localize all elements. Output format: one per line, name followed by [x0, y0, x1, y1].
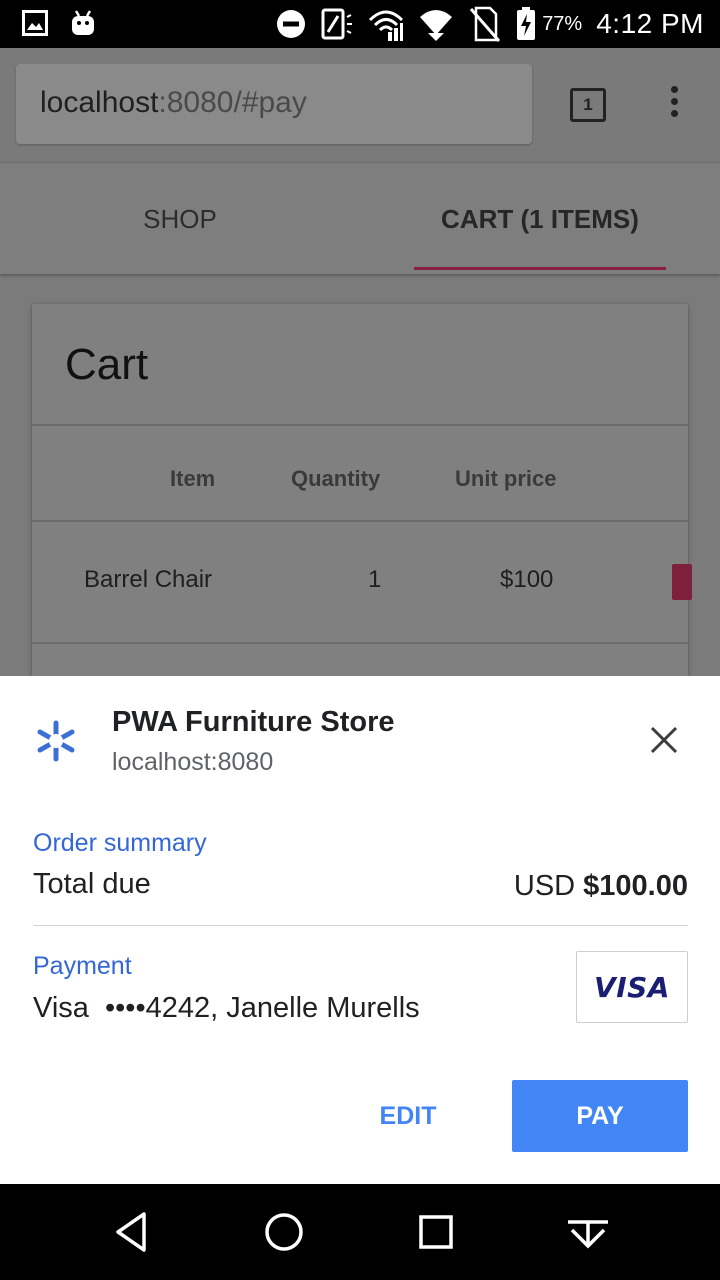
divider	[32, 642, 688, 644]
close-icon[interactable]	[644, 720, 684, 760]
total-currency: USD	[513, 870, 576, 902]
overflow-menu-icon[interactable]	[668, 86, 680, 122]
divider	[32, 424, 688, 426]
merchant-logo-icon	[37, 720, 75, 762]
merchant-origin: localhost:8080	[112, 748, 274, 776]
visa-card-icon: VISA	[576, 951, 688, 1023]
url-bar[interactable]: localhost:8080/#pay	[16, 64, 532, 144]
tab-cart[interactable]: CART (1 ITEMS)	[360, 163, 720, 275]
navigation-bar	[0, 1184, 720, 1280]
app-tab-bar: SHOP CART (1 ITEMS)	[0, 162, 720, 274]
payment-label[interactable]: Payment	[33, 952, 132, 981]
recents-icon[interactable]	[412, 1208, 460, 1256]
do-not-disturb-icon	[277, 10, 306, 38]
pay-button[interactable]: PAY	[512, 1080, 688, 1152]
merchant-name: PWA Furniture Store	[112, 706, 395, 738]
battery-charging-icon	[517, 7, 536, 40]
cart-title: Cart	[65, 340, 149, 389]
nfc-icon	[321, 8, 353, 40]
url-host: localhost	[40, 86, 159, 119]
divider	[33, 925, 688, 926]
divider	[32, 520, 688, 522]
tab-shop[interactable]: SHOP	[0, 163, 360, 275]
payment-request-sheet: PWA Furniture Store localhost:8080 Order…	[0, 676, 720, 1184]
tab-active-indicator	[414, 267, 666, 270]
url-path: :8080/#pay	[158, 86, 307, 119]
back-icon[interactable]	[108, 1208, 156, 1256]
home-icon[interactable]	[260, 1208, 308, 1256]
image-icon	[22, 10, 48, 36]
battery-percent: 77%	[542, 12, 583, 35]
total-value: $100.00	[583, 870, 688, 902]
column-header-quantity: Quantity	[291, 466, 381, 491]
url-text: localhost:8080/#pay	[40, 86, 307, 120]
order-summary-label[interactable]: Order summary	[33, 829, 207, 858]
total-amount: USD $100.00	[514, 870, 688, 903]
payment-method[interactable]: Visa ••••4242, Janelle Murells	[33, 992, 420, 1025]
clock: 4:12 PM	[596, 8, 704, 39]
delete-icon[interactable]	[672, 564, 692, 600]
column-header-item: Item	[170, 466, 216, 491]
cart-card: Cart Item Quantity Unit price Barrel Cha…	[32, 304, 692, 724]
no-sim-icon	[470, 6, 501, 42]
edit-button[interactable]: EDIT	[360, 1080, 456, 1152]
cart-item-name: Barrel Chair	[84, 566, 213, 593]
column-header-unit-price: Unit price	[455, 466, 557, 491]
cart-item-quantity: 1	[368, 566, 382, 593]
browser-toolbar: localhost:8080/#pay 1	[0, 48, 720, 162]
status-bar: 77% 4:12 PM	[0, 0, 720, 48]
signal-icon	[369, 10, 404, 41]
wifi-icon	[420, 10, 453, 41]
tab-switcher-button[interactable]: 1	[570, 88, 606, 122]
hide-keyboard-icon[interactable]	[564, 1208, 612, 1256]
android-icon	[72, 10, 94, 35]
cart-item-unit-price: $100	[500, 566, 554, 593]
total-due-label: Total due	[33, 868, 151, 900]
